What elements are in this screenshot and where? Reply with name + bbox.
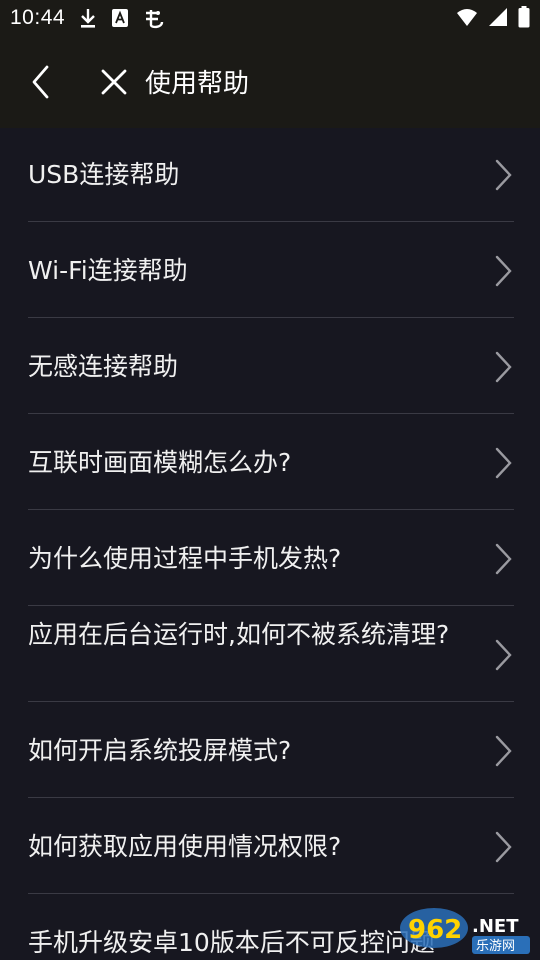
help-item-label: USB连接帮助 bbox=[28, 160, 180, 189]
help-item-wifi[interactable]: Wi-Fi连接帮助 bbox=[0, 224, 540, 320]
divider bbox=[28, 797, 514, 798]
help-item-label: 为什么使用过程中手机发热? bbox=[28, 544, 342, 573]
status-time: 10:44 bbox=[10, 6, 66, 29]
divider bbox=[28, 893, 514, 894]
help-item-label: Wi-Fi连接帮助 bbox=[28, 256, 188, 285]
back-button[interactable] bbox=[22, 62, 62, 102]
divider bbox=[28, 413, 514, 414]
help-item-seamless[interactable]: 无感连接帮助 bbox=[0, 320, 540, 416]
chevron-right-icon bbox=[495, 447, 512, 479]
chevron-right-icon bbox=[495, 735, 512, 767]
help-item-background[interactable]: 应用在后台运行时,如何不被系统清理? bbox=[0, 608, 540, 704]
help-item-label: 互联时画面模糊怎么办? bbox=[28, 448, 292, 477]
help-item-label: 无感连接帮助 bbox=[28, 352, 179, 381]
page-title: 使用帮助 bbox=[145, 69, 250, 99]
help-item-heating[interactable]: 为什么使用过程中手机发热? bbox=[0, 512, 540, 608]
divider bbox=[28, 317, 514, 318]
chevron-right-icon bbox=[495, 831, 512, 863]
help-item-usage-permission[interactable]: 如何获取应用使用情况权限? bbox=[0, 800, 540, 896]
help-item-label: 应用在后台运行时,如何不被系统清理? bbox=[28, 620, 450, 649]
help-item-label: 如何开启系统投屏模式? bbox=[28, 736, 292, 765]
divider bbox=[28, 221, 514, 222]
chevron-right-icon bbox=[495, 351, 512, 383]
close-button[interactable] bbox=[96, 64, 132, 100]
watermark-logo: 962 .NET 乐游网 bbox=[398, 904, 534, 956]
status-bar: 10:44 bbox=[0, 0, 540, 36]
wifi-icon bbox=[457, 9, 477, 26]
chevron-right-icon bbox=[495, 159, 512, 191]
help-item-label: 如何获取应用使用情况权限? bbox=[28, 832, 342, 861]
font-a-icon bbox=[112, 9, 129, 27]
signal-icon bbox=[489, 8, 507, 26]
help-item-usb[interactable]: USB连接帮助 bbox=[0, 128, 540, 224]
toolbar: 使用帮助 bbox=[0, 36, 540, 128]
chevron-right-icon bbox=[495, 543, 512, 575]
divider bbox=[28, 509, 514, 510]
status-left-icons bbox=[79, 7, 165, 29]
divider bbox=[28, 605, 514, 606]
close-icon bbox=[101, 69, 127, 95]
battery-icon bbox=[518, 6, 530, 28]
chevron-right-icon bbox=[495, 639, 512, 671]
status-right-icons bbox=[456, 6, 530, 28]
chevron-right-icon bbox=[495, 255, 512, 287]
divider bbox=[28, 701, 514, 702]
watermark-suffix: .NET bbox=[472, 916, 519, 937]
bug-icon bbox=[146, 10, 164, 29]
download-icon bbox=[81, 9, 96, 28]
watermark-subtext: 乐游网 bbox=[476, 939, 515, 954]
chevron-left-icon bbox=[32, 65, 49, 99]
help-item-cast-mode[interactable]: 如何开启系统投屏模式? bbox=[0, 704, 540, 800]
watermark-number: 962 bbox=[408, 915, 462, 945]
help-item-blurry[interactable]: 互联时画面模糊怎么办? bbox=[0, 416, 540, 512]
